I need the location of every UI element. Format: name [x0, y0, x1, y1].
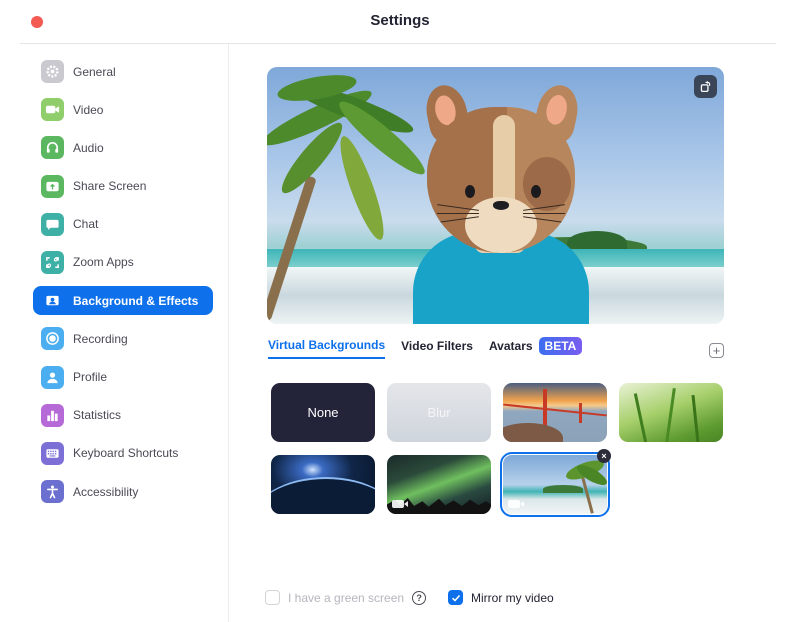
sidebar-item-label: Background & Effects	[73, 293, 199, 308]
video-camera-icon	[41, 98, 64, 122]
background-thumbnail-aurora[interactable]	[387, 455, 491, 514]
help-icon[interactable]: ?	[412, 590, 427, 605]
video-background-icon	[508, 500, 524, 508]
sidebar-item-label: Zoom Apps	[73, 255, 134, 270]
background-thumbnail-beach[interactable]	[500, 452, 610, 517]
tab-avatars[interactable]: Avatars	[489, 339, 533, 358]
sidebar-item-recording[interactable]: Recording	[33, 324, 213, 353]
background-thumbnail-earth-from-space[interactable]	[271, 455, 375, 514]
close-icon: ×	[601, 451, 607, 461]
sidebar-item-general[interactable]: General	[33, 57, 213, 86]
apps-icon	[41, 250, 64, 274]
sidebar-item-video[interactable]: Video	[33, 95, 213, 124]
plus-icon: +	[712, 343, 721, 358]
sidebar-divider	[228, 44, 229, 622]
accessibility-icon	[41, 480, 64, 504]
headphones-icon	[41, 136, 64, 160]
add-background-button[interactable]: +	[709, 343, 724, 358]
tab-virtual-backgrounds[interactable]: Virtual Backgrounds	[268, 338, 386, 359]
record-icon	[41, 327, 64, 351]
background-thumbnail-none[interactable]: None	[271, 383, 375, 442]
sidebar-item-chat[interactable]: Chat	[33, 210, 213, 239]
sidebar-item-label: Statistics	[73, 408, 122, 423]
sidebar-item-audio[interactable]: Audio	[33, 133, 213, 162]
title-bar: Settings	[0, 0, 800, 44]
sidebar-item-label: Video	[73, 102, 104, 117]
settings-sidebar: General Video Audio Share Screen Chat Zo…	[33, 57, 213, 515]
beta-badge: BETA	[538, 337, 583, 355]
thumbnail-label: Blur	[427, 405, 451, 420]
sidebar-item-label: Share Screen	[73, 179, 147, 194]
sidebar-item-label: Recording	[73, 331, 128, 346]
sidebar-item-statistics[interactable]: Statistics	[33, 401, 213, 430]
background-thumbnail-grass[interactable]	[619, 383, 723, 442]
sidebar-item-share-screen[interactable]: Share Screen	[33, 172, 213, 201]
checkmark-icon	[451, 594, 460, 602]
sidebar-item-label: Audio	[73, 140, 104, 155]
sidebar-item-label: Profile	[73, 370, 108, 384]
window-title: Settings	[370, 12, 430, 29]
remove-background-button[interactable]: ×	[597, 449, 611, 463]
gear-icon	[41, 60, 64, 83]
sidebar-item-profile[interactable]: Profile	[33, 363, 213, 392]
sidebar-item-label: General	[73, 64, 116, 79]
person-card-icon	[41, 289, 64, 312]
share-screen-icon	[41, 174, 64, 198]
effects-tabs: Virtual Backgrounds Video Filters Avatar…	[268, 337, 583, 359]
mirror-video-checkbox[interactable]	[448, 590, 463, 605]
keyboard-icon	[41, 441, 64, 465]
user-icon	[41, 365, 64, 389]
title-divider	[20, 43, 776, 44]
mirror-video-option[interactable]: Mirror my video	[448, 590, 554, 605]
sidebar-item-background-effects[interactable]: Background & Effects	[33, 286, 213, 316]
mirror-video-label: Mirror my video	[471, 590, 554, 605]
green-screen-label: I have a green screen	[288, 590, 405, 605]
tab-video-filters[interactable]: Video Filters	[401, 339, 473, 358]
chat-bubble-icon	[41, 212, 64, 236]
sidebar-item-label: Accessibility	[73, 484, 139, 499]
thumbnail-label: None	[307, 405, 339, 420]
avatar-cat-head	[427, 107, 575, 253]
sidebar-item-keyboard-shortcuts[interactable]: Keyboard Shortcuts	[33, 439, 213, 468]
sidebar-item-label: Chat	[73, 217, 99, 232]
background-thumbnail-golden-gate-bridge[interactable]	[503, 383, 607, 442]
sidebar-item-label: Keyboard Shortcuts	[73, 446, 179, 461]
sidebar-item-accessibility[interactable]: Accessibility	[33, 477, 213, 506]
background-thumbnail-blur[interactable]: Blur	[387, 383, 491, 442]
rotate-camera-button[interactable]	[694, 75, 717, 98]
bar-chart-icon	[41, 403, 64, 427]
green-screen-option[interactable]: I have a green screen ?	[265, 590, 427, 605]
sidebar-item-zoom-apps[interactable]: Zoom Apps	[33, 248, 213, 277]
rotate-camera-icon	[700, 80, 711, 93]
video-background-icon	[392, 500, 408, 508]
green-screen-checkbox[interactable]	[265, 590, 280, 605]
video-preview	[267, 67, 724, 324]
